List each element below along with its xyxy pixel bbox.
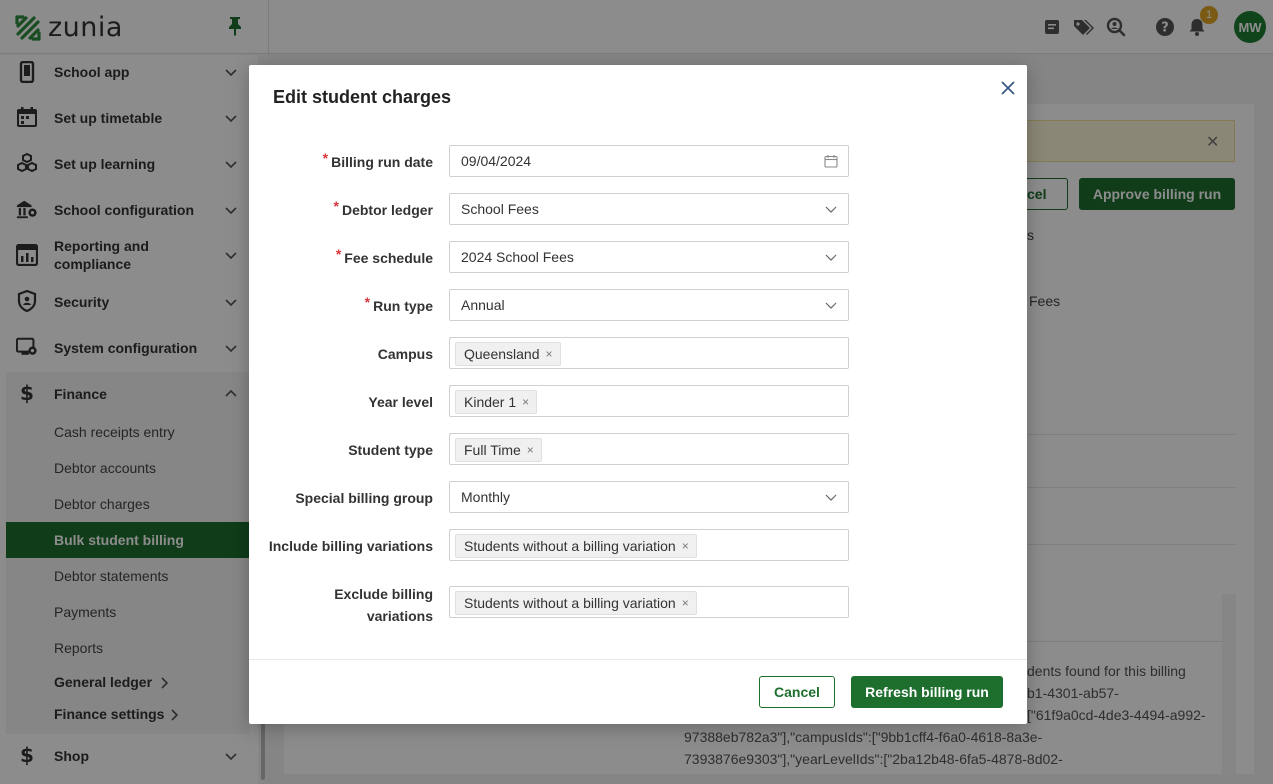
special-billing-group-select[interactable]: Monthly (449, 481, 849, 513)
run-type-select[interactable]: Annual (449, 289, 849, 321)
label-line: variations (366, 608, 433, 624)
calendar-icon (824, 155, 838, 168)
required-marker: * (322, 150, 329, 166)
edit-student-charges-dialog: Edit student charges * Billing run date 0… (249, 65, 1027, 724)
include-billing-variations-multiselect[interactable]: Students without a billing variation × (449, 529, 849, 561)
include-billing-variations-label: Include billing variations (268, 538, 433, 554)
fee-schedule-select[interactable]: 2024 School Fees (449, 241, 849, 273)
label-text: Billing run date (331, 154, 433, 170)
label-line: Exclude billing (334, 586, 433, 602)
label-text: Fee schedule (344, 250, 433, 266)
chevron-down-icon (825, 302, 837, 309)
chevron-down-icon (825, 494, 837, 501)
close-icon (1001, 81, 1015, 95)
exclude-billing-variations-multiselect[interactable]: Students without a billing variation × (449, 586, 849, 618)
dialog-footer-divider (249, 659, 1027, 660)
campus-multiselect[interactable]: Queensland × (449, 337, 849, 369)
chevron-down-icon (825, 206, 837, 213)
field-value: Monthly (461, 489, 511, 505)
campus-label: Campus (377, 346, 433, 362)
tag-label: Queensland (464, 346, 540, 362)
year-level-multiselect[interactable]: Kinder 1 × (449, 385, 849, 417)
tag-label: Kinder 1 (464, 394, 517, 410)
dialog-title: Edit student charges (273, 87, 452, 107)
tag-label: Students without a billing variation (464, 595, 676, 611)
campus-tag: Queensland × (455, 342, 561, 366)
refresh-billing-run-button[interactable]: Refresh billing run (851, 676, 1003, 708)
special-billing-group-label: Special billing group (295, 490, 433, 506)
remove-tag-icon[interactable]: × (527, 443, 534, 457)
tag-label: Full Time (464, 442, 521, 458)
student-type-label: Student type (348, 442, 433, 458)
chevron-down-icon (825, 254, 837, 261)
student-type-multiselect[interactable]: Full Time × (449, 433, 849, 465)
required-marker: * (335, 246, 342, 262)
debtor-ledger-select[interactable]: School Fees (449, 193, 849, 225)
field-value: 09/04/2024 (461, 153, 532, 169)
billing-run-date-label: * Billing run date (249, 150, 433, 173)
field-value: School Fees (461, 201, 539, 217)
remove-tag-icon[interactable]: × (522, 395, 529, 409)
label-text: Debtor ledger (341, 202, 433, 218)
student-type-tag: Full Time × (455, 438, 542, 462)
billing-run-date-input[interactable]: 09/04/2024 (449, 145, 849, 177)
include-variation-tag: Students without a billing variation × (455, 534, 697, 558)
cancel-button[interactable]: Cancel (759, 676, 835, 708)
remove-tag-icon[interactable]: × (682, 596, 689, 610)
close-dialog-button[interactable] (997, 77, 1019, 99)
required-marker: * (364, 294, 371, 310)
exclude-billing-variations-label: Exclude billing variations (249, 583, 433, 627)
exclude-variation-tag: Students without a billing variation × (455, 591, 697, 615)
field-value: Annual (461, 297, 505, 313)
fee-schedule-label: * Fee schedule (249, 246, 433, 269)
label-text: Run type (373, 298, 433, 314)
remove-tag-icon[interactable]: × (682, 539, 689, 553)
year-level-label: Year level (368, 394, 433, 410)
field-value: 2024 School Fees (461, 249, 574, 265)
required-marker: * (333, 198, 339, 214)
debtor-ledger-label: * Debtor ledger (249, 198, 433, 221)
tag-label: Students without a billing variation (464, 538, 676, 554)
run-type-label: * Run type (249, 294, 433, 317)
remove-tag-icon[interactable]: × (546, 347, 553, 361)
year-level-tag: Kinder 1 × (455, 390, 538, 414)
